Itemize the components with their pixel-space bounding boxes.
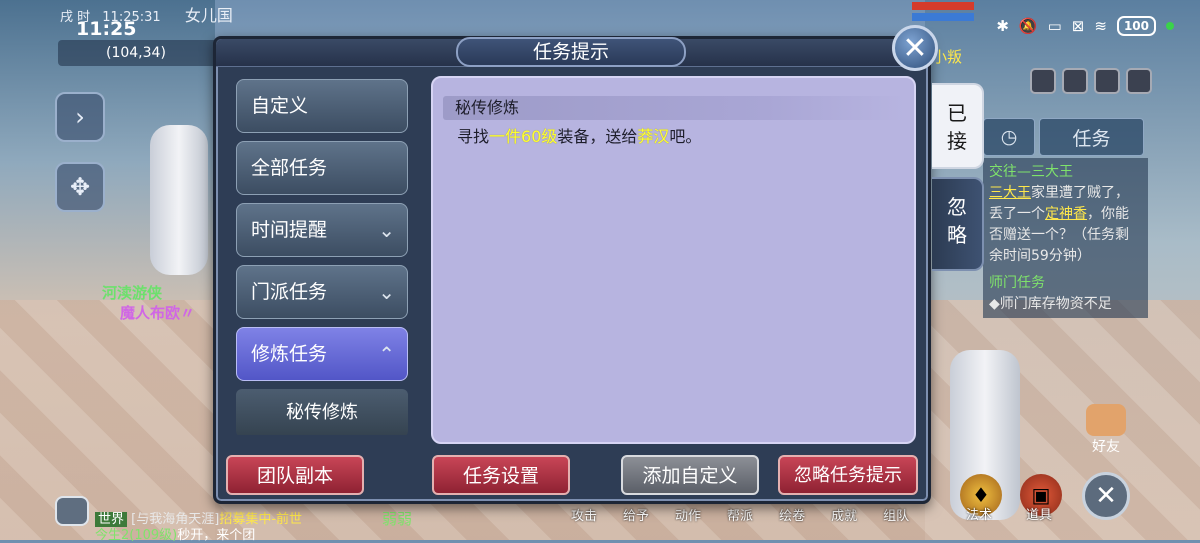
tab-accepted-label: 已接: [947, 101, 967, 153]
quest-text: 吧。: [669, 127, 702, 146]
move-cross-icon[interactable]: ✥: [55, 162, 105, 212]
friends-label: 好友: [1092, 439, 1120, 455]
tracker-entry-title[interactable]: 师门任务: [989, 273, 1142, 294]
battery-icon: 100: [1116, 16, 1156, 36]
category-menu: 自定义 全部任务 时间提醒 ⌄ 门派任务 ⌄ 修炼任务 ⌃ 秘传修炼: [236, 79, 408, 435]
tracker-body[interactable]: 交往—三大王 三大王家里遭了贼了，丢了一个定神香，你能否赠送一个？（任务剩余时间…: [983, 158, 1148, 318]
ignore-quest-hint-button[interactable]: 忽略任务提示: [778, 455, 918, 495]
tracker-entry-title[interactable]: 交往—三大王: [989, 162, 1142, 183]
npc-link[interactable]: 三大王: [989, 185, 1031, 201]
npc-name[interactable]: 河渎游侠: [102, 282, 162, 303]
chat-line: 今生2(109级)秒开，来个团: [95, 524, 255, 543]
quest-text: 装备，送给: [557, 127, 638, 146]
submenu-item-secret-cultivation[interactable]: 秘传修炼: [236, 389, 408, 435]
expand-arrow-icon[interactable]: ›: [55, 92, 105, 142]
status-icons: ✱ 🔕 ▭ ⊠ ≋ 100: [996, 16, 1174, 36]
timer-tab[interactable]: ◷: [983, 118, 1035, 156]
spell-label: 法术: [966, 508, 993, 523]
mute-icon: 🔕: [1018, 17, 1038, 35]
menu-item-label: 自定义: [251, 95, 309, 117]
tracker-entry-text: 三大王家里遭了贼了，丢了一个定神香，你能否赠送一个？（任务剩余时间59分钟）: [989, 183, 1142, 267]
team-dungeon-button[interactable]: 团队副本: [226, 455, 364, 495]
wifi-icon: ≋: [1094, 17, 1107, 35]
menu-item-custom[interactable]: 自定义: [236, 79, 408, 133]
quest-text: 寻找: [457, 127, 490, 146]
menu-item-time-reminder[interactable]: 时间提醒 ⌄: [236, 203, 408, 257]
quest-detail-panel: 秘传修炼 寻找一件60级装备，送给莽汉吧。: [431, 76, 916, 444]
camera-indicator-icon: [1166, 22, 1174, 30]
buff-icon[interactable]: [1030, 68, 1056, 94]
bottom-menu: 攻击 给予 动作 帮派 绘卷 成就 组队: [505, 505, 909, 524]
chat-text: 今生2(109级): [95, 528, 178, 543]
menu-item-label: 修炼任务: [251, 343, 328, 365]
handshake-icon: [1086, 404, 1126, 436]
menu-action[interactable]: 动作: [675, 505, 701, 524]
quest-settings-button[interactable]: 任务设置: [432, 455, 570, 495]
tracker-entry-text: ◆师门库存物资不足: [989, 296, 1112, 312]
quest-tracker: ◷ 任务 交往—三大王 三大王家里遭了贼了，丢了一个定神香，你能否赠送一个？（任…: [983, 118, 1148, 318]
tab-ignored-label: 忽略: [947, 195, 967, 247]
menu-item-sect-tasks[interactable]: 门派任务 ⌄: [236, 265, 408, 319]
buff-icon[interactable]: [1094, 68, 1120, 94]
task-tab-label: 任务: [1072, 127, 1111, 150]
menu-achievement[interactable]: 成就: [831, 505, 857, 524]
status-time: 11:25: [76, 18, 137, 40]
add-custom-button[interactable]: 添加自定义: [621, 455, 759, 495]
buff-icon[interactable]: [1062, 68, 1088, 94]
buff-icon[interactable]: [1126, 68, 1152, 94]
close-icon[interactable]: ✕: [892, 25, 938, 71]
chevron-down-icon: ⌄: [378, 280, 395, 304]
menu-item-label: 时间提醒: [251, 219, 328, 241]
tab-ignored[interactable]: 忽略: [932, 177, 984, 271]
bluetooth-icon: ✱: [996, 17, 1009, 35]
status-bar: 11:25 ✱ 🔕 ▭ ⊠ ≋ 100: [0, 0, 1200, 40]
scenery-pillar: [150, 125, 208, 275]
menu-attack[interactable]: 攻击: [571, 505, 597, 524]
quest-highlight-item[interactable]: 一件60级: [489, 127, 557, 146]
chevron-down-icon: ⌄: [378, 218, 395, 242]
collapse-menu-icon[interactable]: ✕: [1082, 472, 1130, 520]
quest-hint-dialog: 任务提示 ✕ 自定义 全部任务 时间提醒 ⌄ 门派任务 ⌄ 修炼任务 ⌃ 秘传修…: [213, 25, 984, 504]
menu-scroll[interactable]: 绘卷: [779, 505, 805, 524]
chat-bubble-icon[interactable]: [55, 496, 89, 526]
quest-title: 秘传修炼: [443, 96, 905, 120]
menu-item-cultivation-tasks[interactable]: 修炼任务 ⌃: [236, 327, 408, 381]
tab-accepted[interactable]: 已接: [932, 83, 984, 169]
chat-text: 秒开，来个团: [177, 528, 256, 543]
menu-team[interactable]: 组队: [883, 505, 909, 524]
chat-more-text: 弱弱: [382, 510, 413, 528]
coords-text: (104,34): [106, 45, 166, 61]
menu-guild[interactable]: 帮派: [727, 505, 753, 524]
task-tab[interactable]: 任务: [1039, 118, 1144, 156]
quest-description: 寻找一件60级装备，送给莽汉吧。: [457, 123, 701, 147]
quest-highlight-npc[interactable]: 莽汉: [637, 127, 669, 146]
menu-item-all-tasks[interactable]: 全部任务: [236, 141, 408, 195]
bag-label: 道具: [1026, 508, 1053, 523]
chevron-up-icon: ⌃: [378, 342, 395, 366]
npc-name[interactable]: 魔人布欧〃: [120, 302, 195, 323]
sim-icon: ⊠: [1071, 17, 1085, 35]
friends-button[interactable]: 好友: [1086, 404, 1126, 456]
minimap-coords[interactable]: (104,34): [58, 40, 218, 66]
buff-icons: [1030, 68, 1152, 94]
item-link[interactable]: 定神香: [1045, 206, 1087, 222]
menu-item-label: 门派任务: [251, 281, 328, 303]
menu-item-label: 全部任务: [251, 157, 328, 179]
clock-icon: ◷: [1000, 126, 1018, 148]
screen-icon: ▭: [1047, 17, 1062, 35]
dialog-title: 任务提示: [456, 37, 686, 67]
menu-give[interactable]: 给予: [623, 505, 649, 524]
